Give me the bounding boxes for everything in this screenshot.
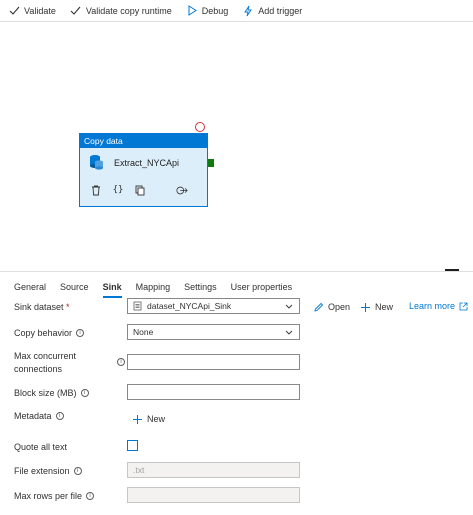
copy-icon[interactable] (134, 184, 146, 196)
pipeline-canvas[interactable] (0, 23, 473, 269)
copy-behavior-select[interactable]: None (127, 324, 300, 340)
lightning-icon (242, 5, 254, 17)
add-trigger-label: Add trigger (258, 5, 303, 16)
file-extension-label: File extension (14, 466, 70, 476)
block-size-input[interactable] (127, 384, 300, 400)
validate-runtime-label: Validate copy runtime (85, 5, 172, 16)
plus-icon (131, 413, 143, 425)
pencil-icon (312, 301, 324, 313)
required-mark: * (66, 302, 70, 312)
block-size-label: Block size (MB) (14, 388, 77, 398)
learn-more-link[interactable]: Learn more (409, 301, 468, 311)
max-concurrent-input[interactable] (127, 354, 300, 370)
sink-dataset-select[interactable]: dataset_NYCApi_Sink (127, 298, 300, 314)
info-icon: i (76, 329, 85, 337)
copy-behavior-value: None (133, 327, 154, 337)
check-icon (70, 5, 82, 17)
debug-label: Debug (201, 5, 229, 16)
dataset-icon (133, 301, 142, 311)
info-icon: i (86, 492, 95, 500)
max-rows-input[interactable] (127, 487, 300, 503)
metadata-row: Metadata i (14, 410, 464, 422)
open-dataset-button[interactable]: Open (312, 301, 350, 313)
failure-output-handle[interactable] (195, 122, 205, 132)
database-icon (88, 153, 106, 173)
copy-behavior-label: Copy behavior (14, 328, 73, 338)
file-extension-input[interactable]: .txt (127, 462, 300, 478)
properties-tabs: General Source Sink Mapping Settings Use… (0, 271, 473, 298)
sink-dataset-label: Sink dataset * (14, 302, 70, 312)
info-icon: i (73, 467, 82, 475)
new-dataset-button[interactable]: New (359, 301, 393, 313)
trash-icon[interactable] (90, 184, 102, 196)
tab-settings[interactable]: Settings (184, 272, 217, 298)
external-link-icon (459, 302, 468, 311)
toolbar: Validate Validate copy runtime Debug Add… (0, 0, 473, 22)
check-icon (8, 5, 20, 17)
info-icon: i (117, 358, 125, 366)
code-icon[interactable]: {} (112, 184, 124, 196)
tab-source[interactable]: Source (60, 272, 89, 298)
sink-dataset-value: dataset_NYCApi_Sink (147, 301, 232, 311)
activity-type-label: Copy data (80, 134, 207, 148)
activity-name: Extract_NYCApi (114, 158, 180, 168)
add-trigger-button[interactable]: Add trigger (242, 5, 302, 17)
chevron-down-icon (285, 302, 293, 312)
validate-label: Validate (24, 5, 56, 16)
tab-sink[interactable]: Sink (102, 272, 122, 298)
info-icon: i (55, 412, 64, 420)
tab-mapping[interactable]: Mapping (136, 272, 171, 298)
metadata-label: Metadata (14, 411, 52, 421)
max-rows-label: Max rows per file (14, 491, 83, 501)
play-icon (186, 5, 198, 17)
plus-icon (359, 301, 371, 313)
tab-user-properties[interactable]: User properties (231, 272, 293, 298)
quote-all-text-row: Quote all text (14, 441, 464, 453)
max-concurrent-label: Max concurrent connections (14, 351, 77, 374)
debug-button[interactable]: Debug (186, 5, 229, 17)
add-metadata-button[interactable]: New (131, 413, 165, 425)
output-arrow-icon[interactable] (176, 184, 188, 196)
copy-data-activity[interactable]: Copy data Extract_NYCApi {} (79, 133, 208, 207)
validate-button[interactable]: Validate (8, 5, 56, 17)
tab-general[interactable]: General (14, 272, 46, 298)
chevron-down-icon (285, 328, 293, 338)
info-icon: i (80, 389, 89, 397)
validate-runtime-button[interactable]: Validate copy runtime (70, 5, 172, 17)
file-extension-placeholder: .txt (133, 465, 145, 475)
quote-all-text-label: Quote all text (14, 442, 68, 452)
success-output-handle[interactable] (208, 159, 214, 167)
quote-all-text-checkbox[interactable] (127, 440, 138, 451)
